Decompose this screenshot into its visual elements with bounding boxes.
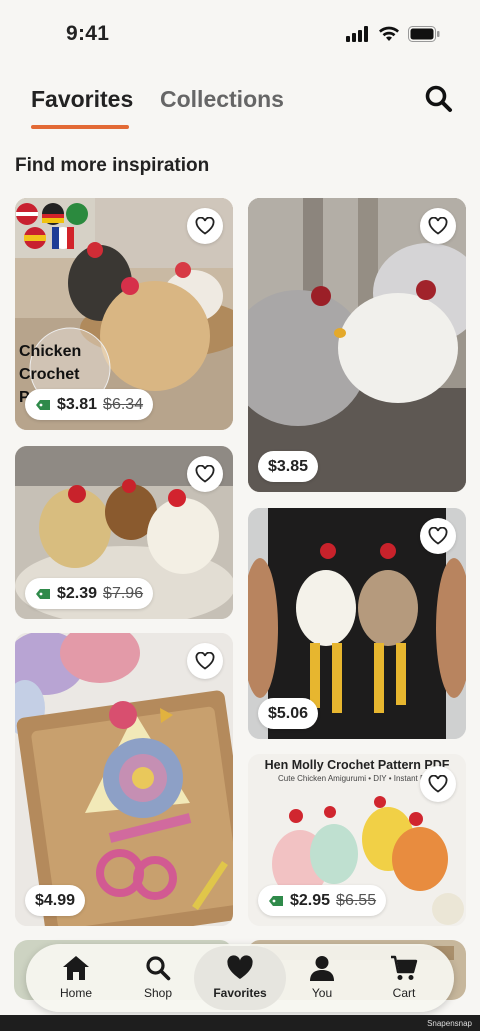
sale-tag-icon: [36, 399, 50, 410]
price-badge: $2.39 $7.96: [25, 578, 154, 609]
tab-collections[interactable]: Collections: [160, 86, 284, 113]
listing-card[interactable]: Chicken Crochet P $3.81 $6.34: [15, 198, 233, 430]
heart-outline-icon: [428, 527, 448, 545]
sale-price: $2.39: [57, 584, 98, 602]
nav-label: Shop: [143, 986, 173, 1000]
tab-bar: Favorites Collections: [0, 80, 480, 136]
bottom-strip: [0, 1015, 480, 1031]
nav-label: Favorites: [213, 986, 267, 1000]
price-badge: $5.06: [258, 698, 319, 729]
bottom-nav: Home Shop Favorites You Cart: [26, 944, 454, 1012]
listing-card[interactable]: $3.85: [248, 198, 466, 492]
nav-label: Cart: [392, 986, 416, 1000]
price: $4.99: [35, 891, 76, 909]
search-icon: [146, 956, 171, 981]
nav-cart[interactable]: Cart: [364, 944, 444, 1012]
status-icons: [346, 26, 440, 42]
price-badge: $2.95 $6.55: [258, 885, 387, 916]
tab-favorites[interactable]: Favorites: [31, 86, 133, 113]
heart-outline-icon: [428, 217, 448, 235]
heart-outline-icon: [195, 217, 215, 235]
status-time: 9:41: [66, 22, 110, 45]
listing-card[interactable]: $2.39 $7.96: [15, 446, 233, 619]
price-badge: $4.99: [25, 885, 86, 916]
search-button[interactable]: [424, 84, 458, 118]
sale-tag-icon: [269, 895, 283, 906]
favorite-button[interactable]: [187, 643, 223, 679]
search-icon: [425, 85, 452, 112]
listing-card[interactable]: $5.06: [248, 508, 466, 739]
heart-outline-icon: [195, 652, 215, 670]
sale-price: $2.95: [290, 891, 331, 909]
status-bar: 9:41: [0, 0, 480, 70]
listing-card[interactable]: $4.99: [15, 633, 233, 926]
sale-price: $3.81: [57, 395, 98, 413]
nav-you[interactable]: You: [282, 944, 362, 1012]
heart-outline-icon: [428, 775, 448, 793]
home-icon: [63, 956, 89, 980]
signal-icon: [346, 26, 368, 42]
section-title: Find more inspiration: [15, 155, 210, 176]
favorite-button[interactable]: [187, 456, 223, 492]
price: $3.85: [268, 457, 309, 475]
sale-tag-icon: [36, 588, 50, 599]
favorite-button[interactable]: [420, 766, 456, 802]
price-badge: $3.81 $6.34: [25, 389, 154, 420]
favorite-button[interactable]: [420, 518, 456, 554]
nav-shop[interactable]: Shop: [118, 944, 198, 1012]
nav-home[interactable]: Home: [36, 944, 116, 1012]
battery-icon: [408, 26, 440, 42]
price: $5.06: [268, 704, 309, 722]
person-icon: [310, 956, 334, 981]
original-price: $6.34: [103, 395, 144, 413]
heart-outline-icon: [195, 465, 215, 483]
nav-label: You: [311, 986, 333, 1000]
original-price: $7.96: [103, 584, 144, 602]
listing-card[interactable]: Hen Molly Crochet Pattern PDF Cute Chick…: [248, 754, 466, 926]
nav-favorites[interactable]: Favorites: [200, 944, 280, 1012]
heart-icon: [227, 955, 253, 979]
favorite-button[interactable]: [187, 208, 223, 244]
watermark: Snapensnap: [427, 1019, 472, 1028]
cart-icon: [391, 955, 418, 980]
nav-label: Home: [59, 986, 92, 1000]
price-badge: $3.85: [258, 451, 319, 482]
wifi-icon: [379, 26, 399, 41]
favorite-button[interactable]: [420, 208, 456, 244]
active-tab-indicator: [31, 125, 129, 129]
original-price: $6.55: [336, 891, 377, 909]
